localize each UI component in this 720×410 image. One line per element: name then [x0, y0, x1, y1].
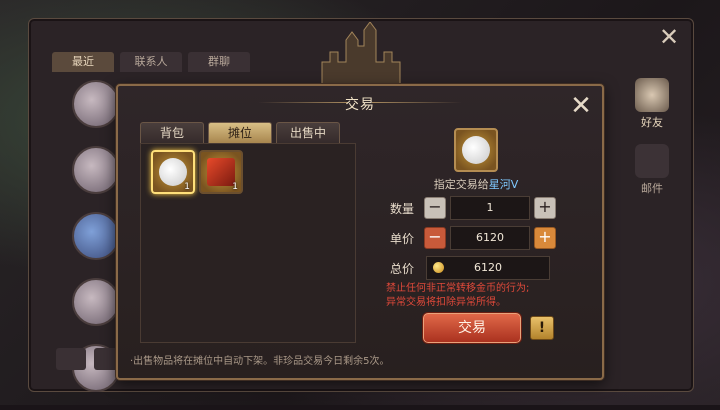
tab-backpack[interactable]: 背包 — [140, 122, 204, 143]
pet-egg-icon — [159, 158, 187, 186]
trade-dialog: 交易 ✕ 背包 摊位 出售中 1 1 ·出售物品将在摊位中自动下架。非珍品交易今… — [116, 84, 604, 380]
total-label: 总价 — [390, 261, 415, 276]
friend-icon — [635, 78, 669, 112]
trade-button[interactable]: 交易 — [422, 312, 522, 344]
close-icon[interactable]: ✕ — [568, 93, 594, 120]
inventory-grid: 1 1 — [140, 143, 356, 343]
info-button[interactable]: ! — [530, 316, 554, 340]
trade-tab-bar: 背包 摊位 出售中 — [140, 122, 340, 143]
mail-icon — [635, 144, 669, 178]
friend-avatar-selected[interactable] — [72, 212, 120, 260]
item-count: 1 — [232, 182, 238, 192]
inventory-slot-selected[interactable]: 1 — [151, 150, 195, 194]
price-label: 单价 — [390, 231, 415, 246]
tab-on-sale[interactable]: 出售中 — [276, 122, 340, 143]
pet-egg-icon — [462, 136, 490, 164]
bottom-toolbar — [56, 348, 124, 370]
total-value-field: 6120 — [426, 256, 550, 280]
recipient-prefix: 指定交易给 — [433, 178, 489, 191]
side-nav-friends-label: 好友 — [641, 116, 663, 129]
side-nav-mail-label: 邮件 — [641, 182, 663, 195]
castle-emblem — [321, 22, 401, 90]
inventory-slot[interactable]: 1 — [199, 150, 243, 194]
dialog-title: 交易 — [345, 97, 375, 113]
price-input[interactable]: 6120 — [450, 226, 530, 250]
quantity-row: 数量 − 1 + — [390, 196, 556, 220]
quantity-decrease-button[interactable]: − — [424, 197, 446, 219]
friend-avatar[interactable] — [72, 278, 120, 326]
warning-line-1: 禁止任何非正常转移金币的行为; — [386, 283, 530, 294]
tab-group-chat[interactable]: 群聊 — [188, 52, 250, 72]
total-value: 6120 — [474, 261, 502, 274]
side-nav: 好友 邮件 — [628, 78, 676, 210]
friend-avatar[interactable] — [72, 80, 120, 128]
quantity-label: 数量 — [390, 201, 415, 216]
trade-warning: 禁止任何非正常转移金币的行为; 异常交易将扣除异常所得。 — [386, 282, 580, 310]
price-increase-button[interactable]: + — [534, 227, 556, 249]
tab-contacts[interactable]: 联系人 — [120, 52, 182, 72]
treasure-book-icon — [207, 158, 235, 186]
recipient-name: 星河V — [488, 178, 519, 191]
stall-hint: ·出售物品将在摊位中自动下架。非珍品交易今日剩余5次。 — [130, 356, 390, 367]
selected-item-preview — [454, 128, 498, 172]
outer-close-icon[interactable]: ✕ — [656, 24, 682, 50]
price-row: 单价 − 6120 + — [390, 226, 556, 250]
tab-recent[interactable]: 最近 — [52, 52, 114, 72]
friend-avatar[interactable] — [72, 146, 120, 194]
add-friend-button[interactable] — [56, 348, 86, 370]
item-count: 1 — [184, 182, 190, 192]
recipient-line: 指定交易给星河V — [378, 176, 574, 192]
gold-coin-icon — [433, 262, 444, 273]
outer-tab-bar: 最近 联系人 群聊 — [52, 52, 250, 72]
price-decrease-button[interactable]: − — [424, 227, 446, 249]
side-nav-mail[interactable]: 邮件 — [628, 144, 676, 196]
quantity-increase-button[interactable]: + — [534, 197, 556, 219]
title-ornament-right — [372, 102, 462, 103]
total-row: 总价 6120 — [390, 256, 550, 280]
tab-stall[interactable]: 摊位 — [208, 122, 272, 143]
side-nav-friends[interactable]: 好友 — [628, 78, 676, 130]
warning-line-2: 异常交易将扣除异常所得。 — [386, 297, 506, 308]
quantity-input[interactable]: 1 — [450, 196, 530, 220]
